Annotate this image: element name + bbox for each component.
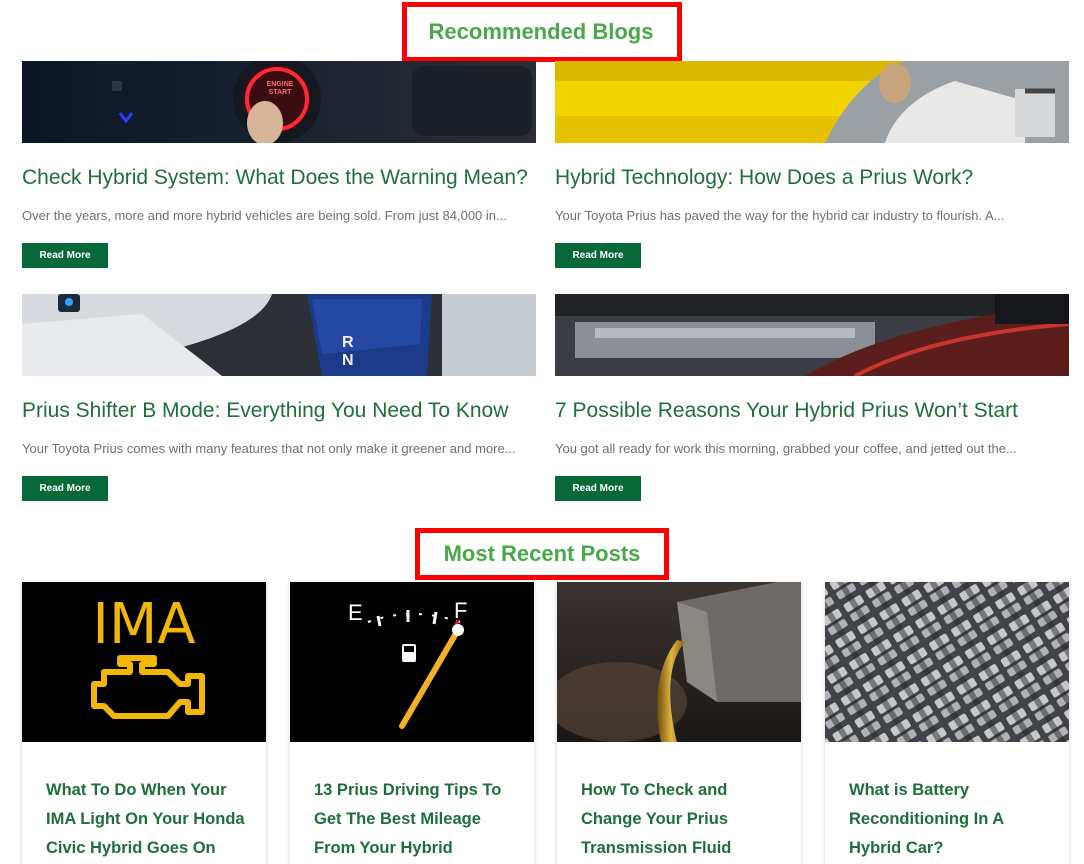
post-title[interactable]: What To Do When Your IMA Light On Your H… <box>22 742 266 863</box>
post-title[interactable]: Prius Shifter B Mode: Everything You Nee… <box>22 397 536 425</box>
recent-card-2[interactable]: E F 13 Prius Driving Tips To Get The Bes… <box>290 582 534 864</box>
post-title[interactable]: 13 Prius Driving Tips To Get The Best Mi… <box>290 742 534 863</box>
post-title[interactable]: 7 Possible Reasons Your Hybrid Prius Won… <box>555 397 1069 425</box>
battery-cells-image[interactable] <box>825 582 1069 742</box>
post-title[interactable]: How To Check and Change Your Prius Trans… <box>557 742 801 863</box>
post-title[interactable]: Check Hybrid System: What Does the Warni… <box>22 164 536 192</box>
ima-text: IMA <box>92 592 196 657</box>
engine-start-label: ENGINE START <box>266 81 294 96</box>
post-title[interactable]: Hybrid Technology: How Does a Prius Work… <box>555 164 1069 192</box>
recommended-card-3: R N Prius Shifter B Mode: Everything You… <box>22 294 536 501</box>
recent-card-4[interactable]: What is Battery Reconditioning In A Hybr… <box>825 582 1069 864</box>
car-reflection-image[interactable] <box>555 294 1069 376</box>
post-excerpt: Your Toyota Prius comes with many featur… <box>22 441 516 456</box>
post-title[interactable]: What is Battery Reconditioning In A Hybr… <box>825 742 1069 863</box>
fuel-gauge-image[interactable]: E F <box>290 582 534 742</box>
read-more-button[interactable]: Read More <box>22 476 108 501</box>
post-excerpt: You got all ready for work this morning,… <box>555 441 1017 456</box>
fuel-gauge-icon <box>367 610 464 729</box>
recommended-heading: Recommended Blogs <box>401 2 683 62</box>
yellow-field-image[interactable] <box>555 61 1069 143</box>
read-more-button[interactable]: Read More <box>555 476 641 501</box>
shifter-letters: R N <box>342 334 354 369</box>
recent-card-1[interactable]: IMA What To Do When Your IMA Light On Yo… <box>22 582 266 864</box>
engine-icon <box>91 655 205 719</box>
post-excerpt: Your Toyota Prius has paved the way for … <box>555 208 1005 223</box>
blog-page: Recommended Blogs ENGINE START Check Hyb… <box>0 0 1084 864</box>
recent-heading: Most Recent Posts <box>414 528 670 580</box>
recommended-heading-wrap: Recommended Blogs <box>0 2 1084 62</box>
post-excerpt: Over the years, more and more hybrid veh… <box>22 208 507 223</box>
read-more-button[interactable]: Read More <box>22 243 108 268</box>
gauge-f-label: F <box>454 598 468 623</box>
transmission-fluid-image[interactable] <box>557 582 801 742</box>
engine-start-image[interactable]: ENGINE START <box>22 61 536 143</box>
recommended-card-2: Hybrid Technology: How Does a Prius Work… <box>555 61 1069 268</box>
recommended-card-1: ENGINE START Check Hybrid System: What D… <box>22 61 536 268</box>
ima-light-image[interactable]: IMA <box>22 582 266 742</box>
shifter-image[interactable]: R N <box>22 294 536 376</box>
recommended-card-4: 7 Possible Reasons Your Hybrid Prius Won… <box>555 294 1069 501</box>
recent-card-3[interactable]: How To Check and Change Your Prius Trans… <box>557 582 801 864</box>
read-more-button[interactable]: Read More <box>555 243 641 268</box>
gauge-e-label: E <box>348 600 363 625</box>
recent-heading-wrap: Most Recent Posts <box>0 528 1084 580</box>
